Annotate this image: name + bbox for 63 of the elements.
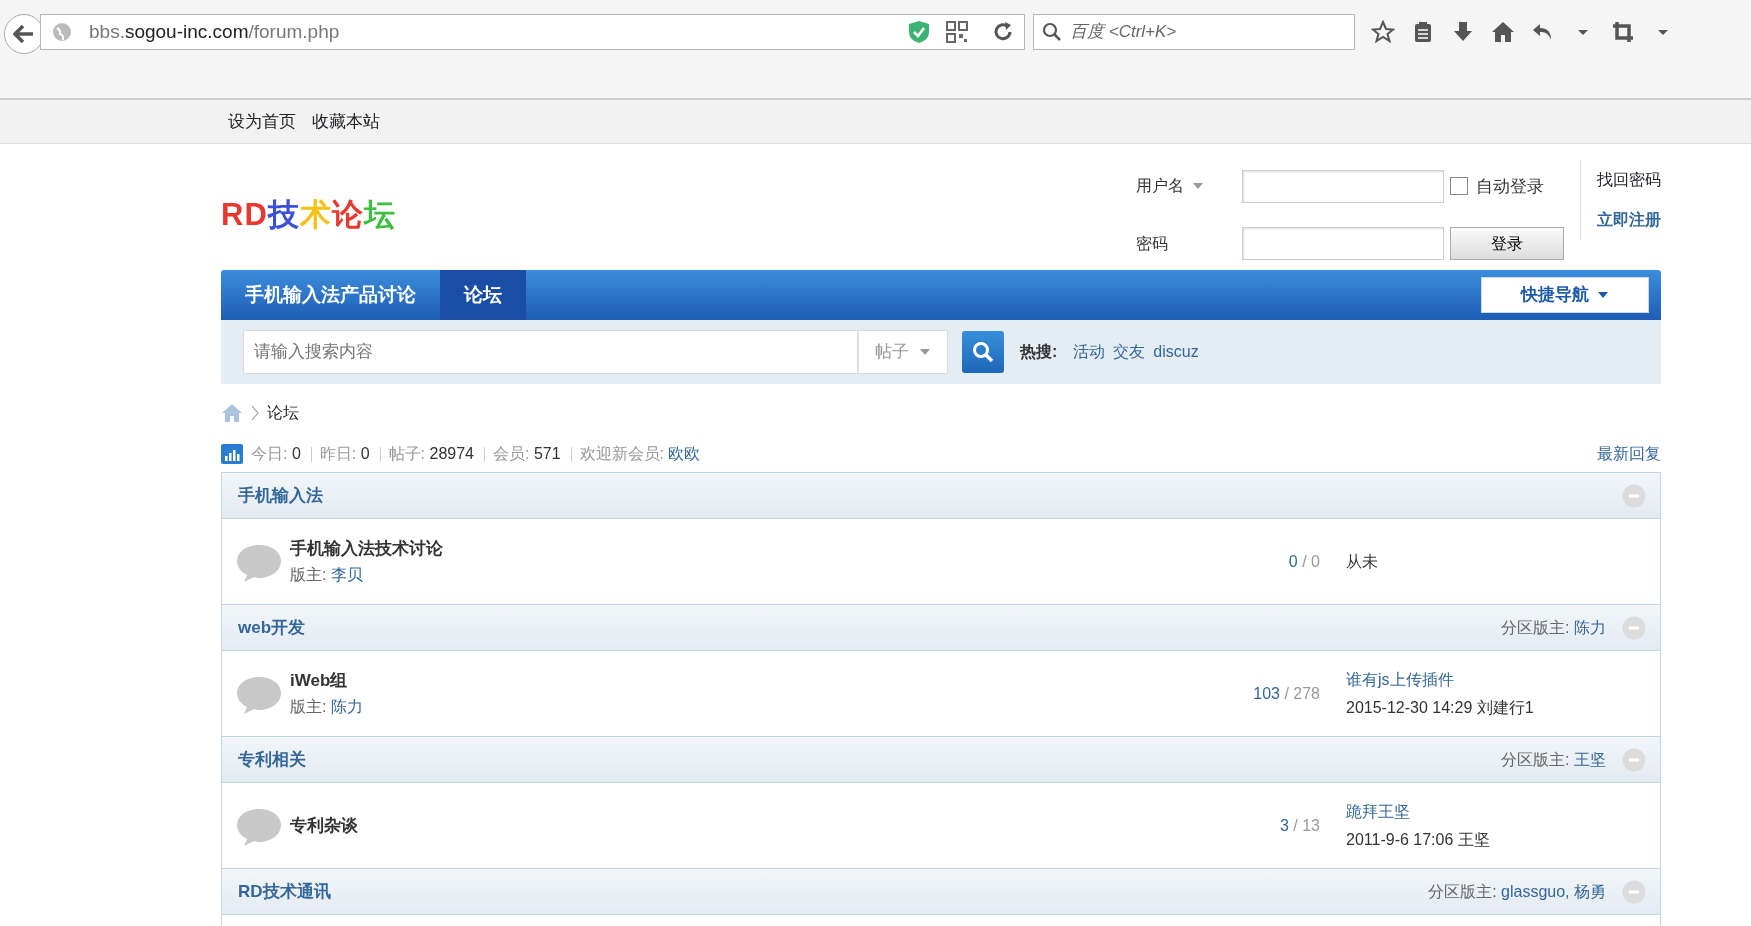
forgot-password-link[interactable]: 找回密码 xyxy=(1597,168,1661,192)
quick-nav-button[interactable]: 快捷导航 xyxy=(1481,277,1649,313)
forum-moderator: 版主: 李贝 xyxy=(290,565,364,586)
globe-icon xyxy=(51,21,73,43)
qr-code-icon[interactable] xyxy=(946,21,968,43)
password-field[interactable] xyxy=(1242,227,1444,261)
section-title[interactable]: RD技术通讯 xyxy=(238,878,331,905)
section-title[interactable]: 手机输入法 xyxy=(238,482,323,509)
home-icon[interactable] xyxy=(1491,20,1515,44)
section-moderators: 分区版主: glassguo, 杨勇 xyxy=(1428,881,1606,902)
section-moderators: 分区版主: 陈力 xyxy=(1501,617,1606,638)
search-input[interactable]: 请输入搜索内容 xyxy=(243,330,858,374)
forum-moderator: 版主: 陈力 xyxy=(290,697,364,718)
last-post-link[interactable]: 跪拜王坚 xyxy=(1346,799,1646,824)
password-label: 密码 xyxy=(1136,233,1169,254)
last-post-text: 从未 xyxy=(1346,552,1378,570)
top-link[interactable]: 设为首页 xyxy=(228,108,296,135)
stat-text: 欢迎新会员: 欧欧 xyxy=(579,444,701,464)
register-link[interactable]: 立即注册 xyxy=(1597,208,1661,232)
hot-search-label: 热搜: xyxy=(1020,342,1058,362)
forum-name[interactable]: iWeb组 xyxy=(290,667,1210,694)
stat-text: 昨日: 0 xyxy=(319,444,370,464)
url-text: bbs.sogou-inc.com/forum.php xyxy=(89,19,340,44)
search-placeholder: 百度 <Ctrl+K> xyxy=(1070,21,1177,44)
crop-icon[interactable] xyxy=(1611,20,1635,44)
post-count: 0 / 0 xyxy=(1287,551,1320,572)
forum-name[interactable]: 专利杂谈 xyxy=(290,812,1210,839)
nav-tab[interactable]: 论坛 xyxy=(440,270,526,320)
last-post-info: 2011-9-6 17:06 王坚 xyxy=(1346,829,1491,850)
login-button[interactable]: 登录 xyxy=(1450,227,1564,261)
search-button[interactable] xyxy=(962,331,1004,373)
breadcrumb-link[interactable]: 论坛 xyxy=(267,401,299,425)
stat-text: 帖子: 28974 xyxy=(388,444,474,464)
stat-text: 今日: 0 xyxy=(251,444,301,464)
search-icon xyxy=(972,341,994,363)
section-title[interactable]: web开发 xyxy=(238,614,306,641)
star-icon[interactable] xyxy=(1371,20,1395,44)
auto-login-checkbox[interactable]: 自动登录 xyxy=(1450,173,1564,199)
bar-chart-icon xyxy=(221,444,243,464)
address-bar[interactable]: bbs.sogou-inc.com/forum.php xyxy=(40,14,1025,50)
top-link[interactable]: 收藏本站 xyxy=(312,108,380,135)
back-arrow-icon xyxy=(13,24,35,44)
chevron-icon xyxy=(251,405,259,421)
post-count: 103 / 278 xyxy=(1252,683,1320,704)
shield-icon xyxy=(908,20,930,44)
nav-tab[interactable]: 手机输入法产品讨论 xyxy=(221,270,440,320)
hot-search-link[interactable]: 活动 xyxy=(1073,340,1106,364)
search-field[interactable]: 百度 <Ctrl+K> xyxy=(1033,14,1355,50)
section-moderators: 分区版主: 王坚 xyxy=(1501,749,1606,770)
hot-search-link[interactable]: discuz xyxy=(1153,340,1199,364)
reload-icon[interactable] xyxy=(992,21,1014,43)
section-title[interactable]: 专利相关 xyxy=(238,746,306,773)
last-post-link[interactable]: 谁有js上传插件 xyxy=(1346,667,1646,692)
stat-text: 会员: 571 xyxy=(493,444,561,464)
post-count: 3 / 13 xyxy=(1278,815,1320,836)
username-field[interactable] xyxy=(1242,169,1444,203)
forum-name[interactable]: 手机输入法技术讨论 xyxy=(290,535,1210,562)
username-label: 用户名 xyxy=(1136,176,1184,197)
logo[interactable]: RD技术论坛 xyxy=(221,192,396,270)
latest-replies-link[interactable]: 最新回复 xyxy=(1597,442,1661,466)
search-icon xyxy=(1042,22,1062,42)
last-post-info: 2015-12-30 14:29 刘建行1 xyxy=(1346,697,1535,718)
hot-search-link[interactable]: 交友 xyxy=(1113,340,1146,364)
